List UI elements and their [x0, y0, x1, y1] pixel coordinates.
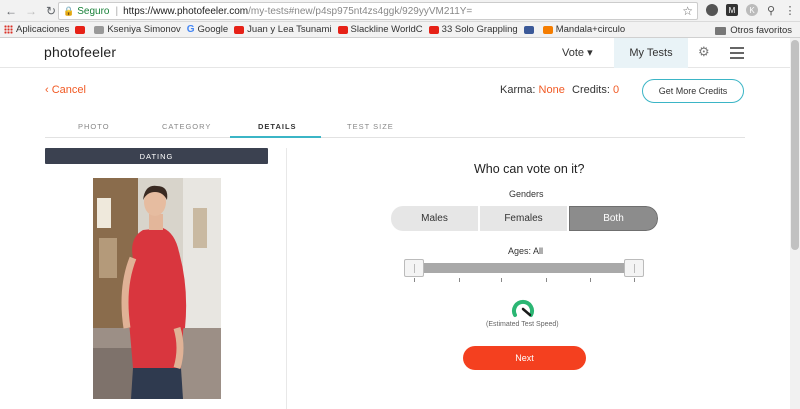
slider-tick	[414, 278, 415, 282]
bookmark-star-icon[interactable]: ☆	[682, 4, 693, 18]
slider-tick	[459, 278, 460, 282]
extension-k-icon[interactable]: K	[746, 4, 758, 16]
category-badge: DATING	[45, 148, 268, 164]
site-logo[interactable]: photofeeler	[44, 44, 116, 60]
genders-label: Genders	[509, 189, 544, 199]
speed-gauge-icon	[512, 299, 534, 317]
slider-tick	[590, 278, 591, 282]
bookmarks-bar: Aplicaciones Kseniya Simonov G Google Jua…	[0, 22, 800, 38]
tab-test-size[interactable]: TEST SIZE	[347, 122, 394, 131]
address-bar[interactable]: 🔒 Seguro | https://www.photofeeler.com /…	[58, 2, 698, 20]
apps-icon[interactable]	[4, 25, 13, 34]
url-path: /my-tests#new/p4sp975nt4zs4ggk/929yyVM21…	[248, 5, 473, 17]
bookmark-slackline[interactable]: Slackline WorldC	[337, 24, 423, 35]
ages-label: Ages: All	[508, 246, 544, 256]
chrome-menu-icon[interactable]: ⋮	[784, 4, 796, 17]
credits-value: 0	[612, 84, 620, 96]
youtube-icon	[234, 25, 245, 34]
page-scrollbar[interactable]	[790, 38, 800, 409]
step-tabs: PHOTO CATEGORY DETAILS TEST SIZE	[45, 118, 745, 138]
folder-icon	[715, 26, 727, 35]
youtube-icon	[428, 25, 439, 34]
youtube-icon	[337, 25, 348, 34]
cancel-link[interactable]: ‹ Cancel	[45, 84, 86, 96]
slider-tick	[501, 278, 502, 282]
lock-icon: 🔒	[63, 5, 75, 16]
url-host: https://www.photofeeler.com	[123, 5, 249, 17]
facebook-icon	[523, 25, 534, 34]
bookmark-google[interactable]: G Google	[187, 24, 228, 35]
back-icon[interactable]: ←	[2, 2, 20, 20]
gender-both-button[interactable]: Both	[569, 206, 658, 231]
security-label: Seguro	[77, 5, 110, 17]
photo-image	[93, 178, 221, 399]
age-slider-track[interactable]	[412, 263, 634, 273]
bookmark-juan-y-lea[interactable]: Juan y Lea Tsunami	[234, 24, 332, 35]
bookmark-facebook[interactable]	[523, 25, 537, 34]
slider-tick	[546, 278, 547, 282]
tab-details[interactable]: DETAILS	[258, 122, 297, 131]
age-slider-max-handle[interactable]	[624, 259, 644, 277]
scrollbar-thumb[interactable]	[791, 40, 799, 250]
uploaded-photo	[93, 178, 221, 399]
youtube-icon	[75, 25, 86, 34]
credits-display: Credits: 0	[572, 84, 620, 96]
browser-toolbar: ← → ↻ 🔒 Seguro | https://www.photofeeler…	[0, 0, 800, 22]
active-tab-indicator	[230, 136, 321, 138]
next-button[interactable]: Next	[463, 346, 586, 370]
bookmark-apps[interactable]: Aplicaciones	[16, 24, 69, 35]
search-icon[interactable]: ⚲	[765, 4, 777, 17]
my-tests-link[interactable]: My Tests	[614, 38, 688, 68]
age-slider-min-handle[interactable]	[404, 259, 424, 277]
speed-label: (Estimated Test Speed)	[486, 321, 559, 328]
bookmark-favicon	[94, 25, 105, 34]
site-header: photofeeler Vote ▾ My Tests ⚙	[0, 38, 790, 68]
blogger-icon	[542, 25, 553, 34]
tab-category[interactable]: CATEGORY	[162, 122, 211, 131]
bookmark-grappling[interactable]: 33 Solo Grappling	[428, 24, 518, 35]
other-bookmarks[interactable]: Otros favoritos	[715, 25, 792, 36]
slider-tick	[634, 278, 635, 282]
separator: |	[115, 5, 119, 17]
karma-value: None	[538, 84, 565, 96]
bookmark-kseniya[interactable]: Kseniya Simonov	[94, 24, 181, 35]
form-title: Who can vote on it?	[474, 162, 585, 176]
vote-dropdown[interactable]: Vote ▾	[562, 46, 593, 59]
bookmark-youtube[interactable]	[75, 25, 88, 34]
bookmark-mandala[interactable]: Mandala+circulo	[542, 24, 625, 35]
gear-icon[interactable]: ⚙	[698, 44, 710, 60]
gender-toggle-group: Males Females Both	[391, 206, 658, 231]
gender-males-button[interactable]: Males	[391, 206, 478, 231]
column-divider	[286, 148, 287, 409]
extension-icon[interactable]	[706, 4, 718, 16]
gender-females-button[interactable]: Females	[480, 206, 567, 231]
karma-display: Karma: None	[500, 84, 565, 96]
get-more-credits-button[interactable]: Get More Credits	[642, 79, 744, 103]
tab-photo[interactable]: PHOTO	[78, 122, 110, 131]
extension-m-icon[interactable]: M	[726, 4, 738, 16]
forward-icon[interactable]: →	[22, 2, 40, 20]
google-icon: G	[186, 24, 195, 35]
hamburger-menu-icon[interactable]	[730, 47, 744, 62]
